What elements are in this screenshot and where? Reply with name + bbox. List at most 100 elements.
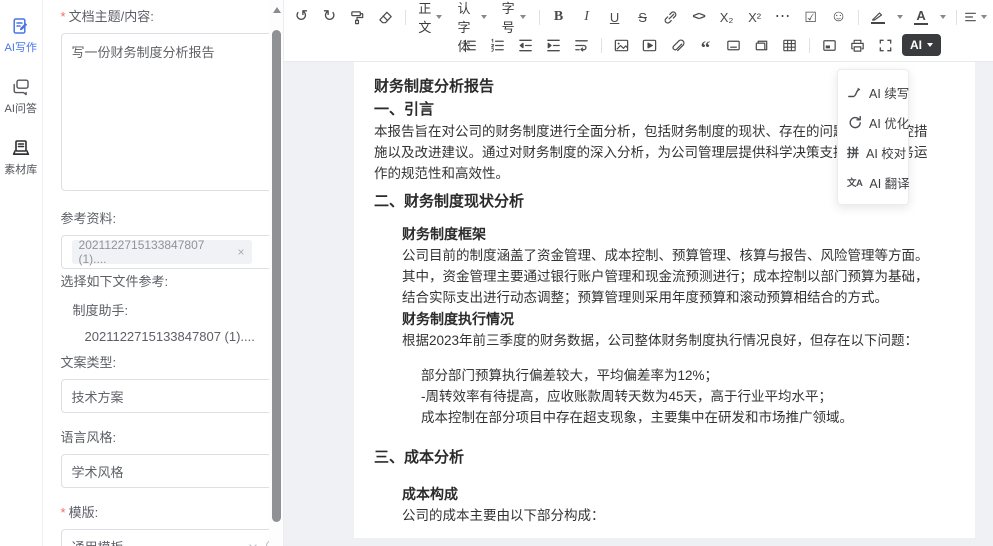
insert-video-button[interactable]: [638, 33, 661, 57]
reference-label: 参考资料:: [61, 208, 263, 227]
align-icon: [964, 10, 977, 24]
more-button[interactable]: ⋯: [771, 5, 794, 29]
bold-button[interactable]: B: [547, 5, 570, 29]
chevron-down-icon: [897, 15, 903, 19]
code-button[interactable]: <>: [687, 5, 710, 29]
checkbox-icon: ☑: [804, 10, 817, 24]
underline-button[interactable]: U: [603, 5, 626, 29]
ordered-list-icon: [489, 37, 506, 54]
print-button[interactable]: [846, 33, 869, 57]
required-mark: *: [61, 505, 66, 520]
task-list-button[interactable]: ☑: [799, 5, 822, 29]
highlight-caret[interactable]: [895, 5, 905, 29]
copy-type-select[interactable]: 技术方案: [61, 379, 269, 413]
language-style-label: 语言风格:: [61, 427, 263, 446]
subscript-button[interactable]: X₂: [715, 5, 738, 29]
bullet-list-button[interactable]: [458, 33, 481, 57]
menu-item-ai-proofread[interactable]: 拼 AI 校对: [838, 137, 908, 167]
align-button[interactable]: [964, 5, 987, 29]
reference-file-name: 2021122715133847807 (1)....: [85, 329, 255, 344]
scroll-up-arrow-icon[interactable]: [273, 7, 281, 13]
chevron-down-icon: [436, 15, 442, 19]
menu-item-label: AI 续写: [869, 83, 909, 102]
topic-textarea[interactable]: 写一份财务制度分析报告: [61, 33, 269, 191]
wrap-text-icon: [573, 37, 590, 54]
page-margin-left: [284, 62, 354, 538]
ai-qa-icon: [11, 77, 31, 97]
redo-icon: ↻: [323, 9, 336, 25]
image-icon: [613, 37, 630, 54]
font-family-dropdown[interactable]: 默认字体: [452, 5, 491, 29]
redo-button[interactable]: ↻: [318, 5, 341, 29]
undo-button[interactable]: ↺: [290, 5, 313, 29]
toolbar-row-1: ↺ ↻ 正文 默认字体 字号 B I U: [290, 3, 987, 31]
scrollbar-thumb[interactable]: [272, 30, 281, 522]
template-select[interactable]: 通用模板: [61, 529, 269, 546]
file-select-label: 选择如下文件参考:: [61, 271, 263, 290]
strikethrough-button[interactable]: S: [631, 5, 654, 29]
indent-button[interactable]: [542, 33, 565, 57]
tag-close-icon[interactable]: ×: [238, 245, 245, 259]
required-mark: *: [61, 9, 66, 24]
print-icon: [849, 37, 866, 54]
outdent-button[interactable]: [514, 33, 537, 57]
blockquote-button[interactable]: “: [694, 33, 717, 57]
video-icon: [641, 37, 658, 54]
assistant-label: 制度助手:: [73, 300, 263, 319]
wrap-text-button[interactable]: [570, 33, 593, 57]
fullscreen-button[interactable]: [874, 33, 897, 57]
link-button[interactable]: [659, 5, 682, 29]
attachment-button[interactable]: [666, 33, 689, 57]
ai-writing-panel: *文档主题/内容: 写一份财务制度分析报告 参考资料: 202112271513…: [43, 0, 269, 546]
paragraph-style-dropdown[interactable]: 正文: [413, 5, 447, 29]
sidebar-item-label: AI写作: [5, 39, 37, 55]
sidebar-item-ai-qa[interactable]: AI问答: [5, 77, 37, 116]
reference-select[interactable]: 2021122715133847807 (1).... ×: [61, 235, 269, 269]
copy-type-label: 文案类型:: [61, 352, 263, 371]
highlight-color-button[interactable]: [867, 5, 890, 29]
font-color-caret[interactable]: [938, 5, 948, 29]
bullet-list-icon: [461, 37, 478, 54]
attachment-icon: [669, 37, 686, 54]
doc-line: 结合实际支出进行动态调整；预算管理则采用年度预算和滚动预算相结合的方式。: [374, 287, 959, 308]
embed-button[interactable]: [818, 33, 841, 57]
eraser-button[interactable]: [374, 5, 397, 29]
menu-item-ai-optimize[interactable]: AI 优化: [838, 107, 908, 137]
optimize-icon: [847, 115, 862, 130]
menu-item-ai-continue[interactable]: AI 续写: [838, 77, 908, 107]
panel-scrollbar[interactable]: [269, 0, 283, 546]
font-size-dropdown[interactable]: 字号: [497, 5, 531, 29]
toolbar-divider: [601, 38, 602, 53]
ordered-list-button[interactable]: [486, 33, 509, 57]
editor-bottom-strip: [284, 538, 993, 546]
sidebar-item-ai-writing[interactable]: AI写作: [5, 16, 37, 55]
proofread-icon: 拼: [847, 144, 859, 161]
highlight-pen-icon: [871, 10, 885, 21]
sidebar-item-material-library[interactable]: 素材库: [4, 138, 37, 177]
doc-subheading: 成本构成: [374, 483, 959, 505]
doc-line: 部分部门预算执行偏差较大，平均偏差率为12%；: [374, 365, 959, 386]
doc-subheading: 财务制度执行情况: [374, 308, 959, 330]
template-label: *模版:: [61, 502, 263, 521]
emoji-button[interactable]: ☺: [827, 5, 850, 29]
menu-item-ai-translate[interactable]: 文A AI 翻译: [838, 167, 908, 197]
italic-button[interactable]: I: [575, 5, 598, 29]
reference-tag: 2021122715133847807 (1).... ×: [72, 240, 252, 264]
page-break-button[interactable]: [750, 33, 773, 57]
ellipsis-icon: ⋯: [775, 9, 791, 25]
font-color-button[interactable]: A: [910, 5, 933, 29]
insert-image-button[interactable]: [610, 33, 633, 57]
ai-menu-button[interactable]: AI: [902, 34, 941, 56]
doc-line: 公司的成本主要由以下部分构成：: [374, 505, 959, 526]
format-painter-button[interactable]: [346, 5, 369, 29]
outdent-icon: [517, 37, 534, 54]
chevron-down-icon: [940, 15, 946, 19]
doc-line: -周转效率有待提高，应收账款周转天数为45天，高于行业平均水平；: [374, 386, 959, 407]
superscript-button[interactable]: X²: [743, 5, 766, 29]
chevron-down-icon: [520, 15, 526, 19]
insert-table-button[interactable]: [778, 33, 801, 57]
divider-button[interactable]: [722, 33, 745, 57]
link-icon: [662, 9, 679, 26]
language-style-select[interactable]: 学术风格: [61, 454, 269, 488]
doc-line: 公司目前的制度涵盖了资金管理、成本控制、预算管理、核算与报告、风险管理等方面。: [374, 245, 959, 266]
